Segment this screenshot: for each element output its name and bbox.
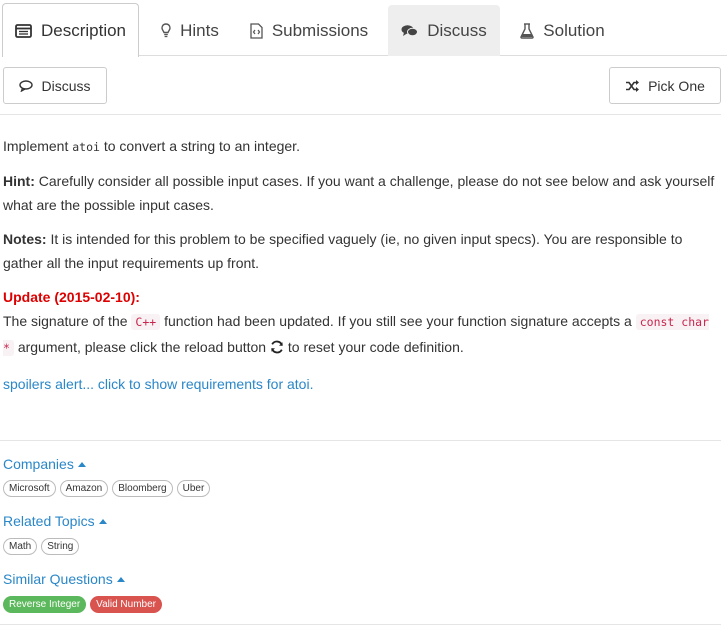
update-label: Update (2015-02-10): — [3, 289, 140, 305]
caret-up-icon — [98, 518, 107, 524]
similar-question-tag[interactable]: Reverse Integer — [3, 596, 87, 613]
inline-code-atoi: atoi — [72, 140, 100, 154]
notes-label: Notes: — [3, 231, 47, 247]
company-tag[interactable]: Bloomberg — [112, 480, 173, 497]
similar-questions-tags: Reverse Integer Valid Number — [3, 596, 166, 613]
code-file-icon — [250, 22, 263, 39]
divider-bottom — [0, 624, 721, 625]
comment-icon — [19, 79, 34, 92]
shuffle-icon — [625, 79, 640, 92]
pick-one-button-label: Pick One — [648, 77, 705, 94]
discuss-button[interactable]: Discuss — [3, 67, 107, 104]
company-tag[interactable]: Microsoft — [3, 480, 56, 497]
company-tag[interactable]: Uber — [176, 480, 211, 497]
tab-solution-label: Solution — [543, 20, 605, 40]
tab-hints[interactable]: Hints — [140, 5, 240, 56]
tab-solution[interactable]: Solution — [505, 5, 620, 56]
tab-submissions[interactable]: Submissions — [240, 5, 378, 56]
companies-section: Companies Microsoft Amazon Bloomberg Ube… — [3, 455, 214, 497]
notes-paragraph: Notes: It is intended for this problem t… — [3, 231, 683, 271]
pick-one-button[interactable]: Pick One — [609, 67, 721, 104]
companies-tags: Microsoft Amazon Bloomberg Uber — [3, 480, 214, 497]
caret-up-icon — [116, 576, 125, 582]
tab-description[interactable]: Description — [2, 3, 139, 57]
update-paragraph: Update (2015-02-10): The signature of th… — [3, 285, 721, 362]
company-tag[interactable]: Amazon — [59, 480, 109, 497]
similar-question-tag[interactable]: Valid Number — [90, 596, 162, 613]
document-icon — [15, 23, 32, 38]
related-topics-section: Related Topics Math String — [3, 512, 107, 555]
problem-tabs: Description Hints Submissions Discuss So… — [0, 0, 727, 57]
similar-questions-section: Similar Questions Reverse Integer Valid … — [3, 570, 166, 613]
inline-code-cpp: C++ — [131, 314, 161, 330]
topic-tag[interactable]: String — [41, 538, 80, 555]
discuss-button-label: Discuss — [41, 77, 91, 94]
tab-discuss-label: Discuss — [427, 20, 487, 40]
tab-description-label: Description — [40, 20, 127, 40]
intro-paragraph: Implement atoi to convert a string to an… — [3, 138, 300, 154]
tab-hints-label: Hints — [180, 20, 219, 40]
divider-top — [0, 114, 721, 115]
caret-up-icon — [77, 461, 86, 467]
divider-middle — [0, 440, 721, 441]
tab-submissions-label: Submissions — [271, 20, 369, 40]
hint-label: Hint: — [3, 173, 35, 189]
similar-questions-toggle[interactable]: Similar Questions — [3, 570, 166, 588]
reload-icon — [270, 337, 284, 362]
lightbulb-icon — [161, 23, 171, 38]
comments-icon — [401, 24, 419, 38]
related-topics-tags: Math String — [3, 538, 107, 555]
topic-tag[interactable]: Math — [3, 538, 38, 555]
companies-toggle[interactable]: Companies — [3, 455, 214, 473]
problem-description: Implement atoi to convert a string to an… — [3, 134, 721, 406]
flask-icon — [520, 22, 535, 39]
spoiler-link[interactable]: spoilers alert... click to show requirem… — [3, 372, 721, 396]
related-topics-toggle[interactable]: Related Topics — [3, 512, 107, 530]
hint-paragraph: Hint: Carefully consider all possible in… — [3, 173, 715, 213]
tab-discuss[interactable]: Discuss — [388, 5, 500, 56]
